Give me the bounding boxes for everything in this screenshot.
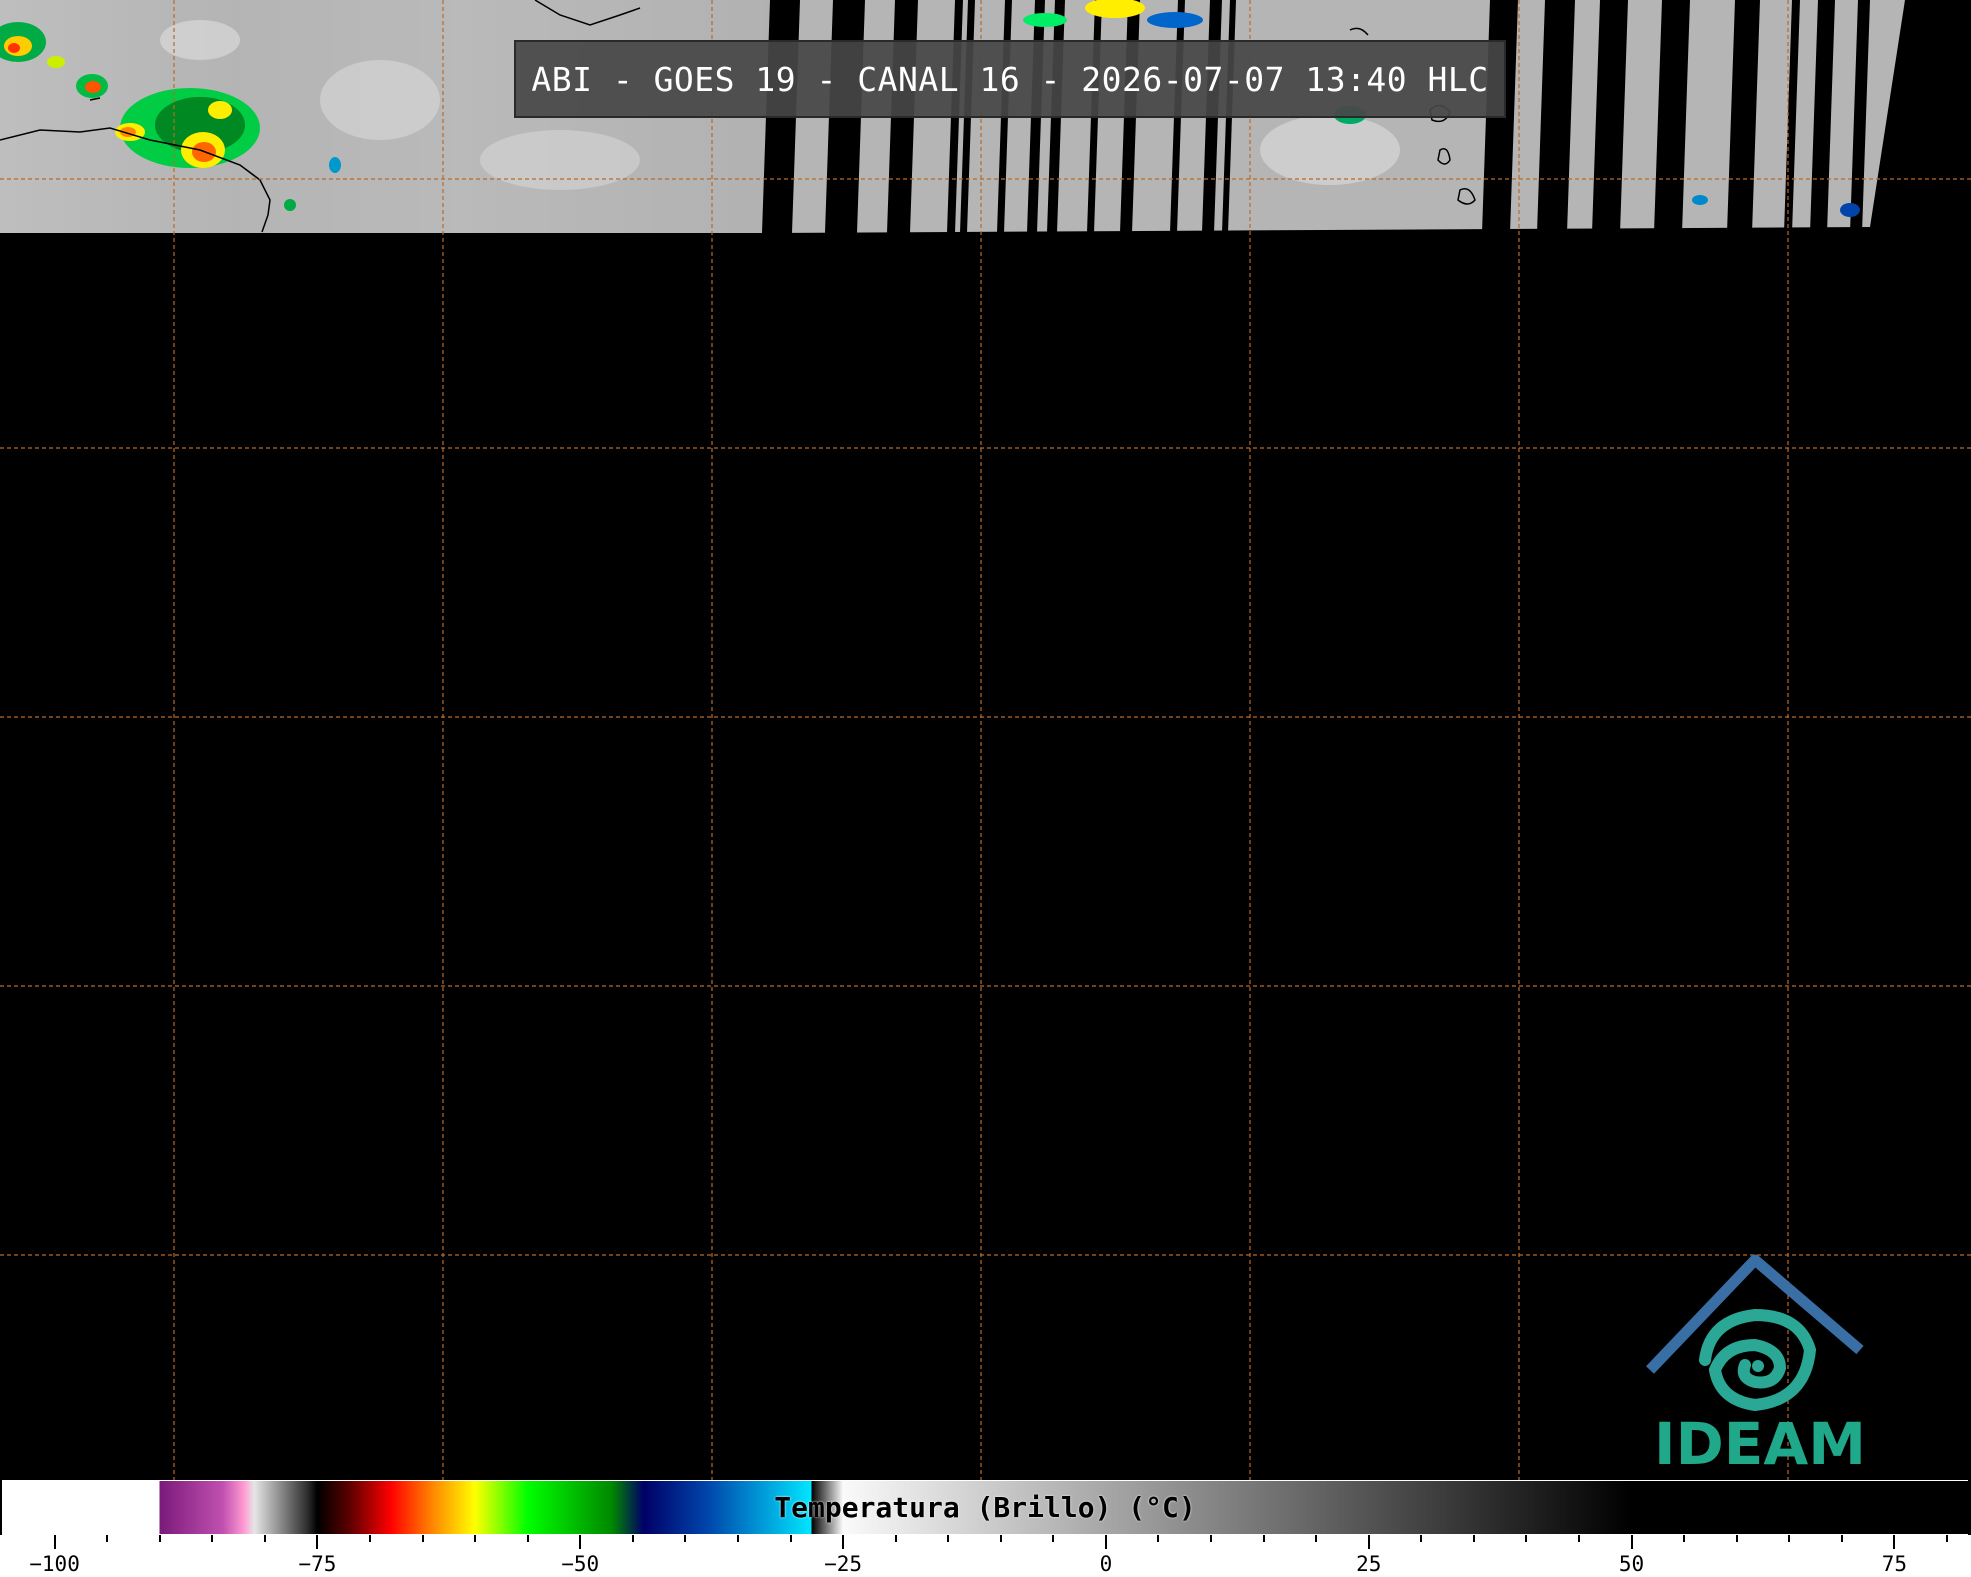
logo-text: IDEAM [1654, 1410, 1866, 1478]
major-tick [579, 1535, 582, 1549]
major-tick [1104, 1535, 1107, 1549]
map-title: ABI - GOES 19 - CANAL 16 - 2026-07-07 13… [531, 59, 1489, 99]
colorbar-axis: −100 −75 −50 −25 0 25 50 75 [0, 1535, 1971, 1577]
major-tick [316, 1535, 319, 1549]
minor-tick [894, 1535, 897, 1542]
tick-label: 25 [1356, 1552, 1382, 1576]
minor-tick [106, 1535, 109, 1542]
major-tick [842, 1535, 845, 1549]
minor-tick [631, 1535, 634, 1542]
minor-tick [1578, 1535, 1580, 1542]
minor-tick [1315, 1535, 1318, 1542]
minor-tick [1472, 1535, 1475, 1542]
minor-tick [736, 1535, 739, 1542]
minor-tick [1683, 1535, 1686, 1542]
tick-label: 50 [1618, 1552, 1645, 1576]
tick-label: −100 [29, 1552, 80, 1576]
minor-tick [947, 1535, 950, 1542]
minor-tick [1735, 1535, 1738, 1542]
tick-label: −25 [824, 1552, 863, 1576]
minor-tick [684, 1535, 687, 1542]
minor-tick [1840, 1535, 1843, 1542]
title-banner: ABI - GOES 19 - CANAL 16 - 2026-07-07 13… [514, 40, 1506, 118]
minor-tick [526, 1535, 529, 1542]
tick-label: −75 [298, 1552, 337, 1576]
minor-tick [421, 1535, 424, 1542]
tick-label: 0 [1099, 1552, 1113, 1576]
minor-tick [1945, 1535, 1948, 1542]
tick-label: −50 [561, 1552, 600, 1576]
minor-tick [474, 1535, 477, 1542]
major-tick [1367, 1535, 1370, 1549]
minor-tick [1157, 1535, 1160, 1542]
minor-tick [211, 1535, 214, 1542]
major-tick [1893, 1535, 1896, 1549]
minor-tick [1210, 1535, 1213, 1542]
colorbar-label: Temperatura (Brillo) (°C) [774, 1491, 1196, 1524]
colorbar: Temperatura (Brillo) (°C) [2, 1480, 1968, 1535]
minor-tick [1262, 1535, 1265, 1542]
minor-tick [158, 1535, 161, 1542]
minor-tick [789, 1535, 792, 1542]
major-tick [1630, 1535, 1633, 1549]
tick-label: 75 [1881, 1552, 1908, 1576]
major-tick [53, 1535, 56, 1549]
minor-tick [1420, 1535, 1423, 1542]
minor-tick [999, 1535, 1002, 1542]
minor-tick [1525, 1535, 1528, 1542]
minor-tick [1788, 1535, 1791, 1542]
minor-tick [368, 1535, 371, 1542]
minor-tick [1052, 1535, 1055, 1542]
minor-tick [263, 1535, 266, 1542]
